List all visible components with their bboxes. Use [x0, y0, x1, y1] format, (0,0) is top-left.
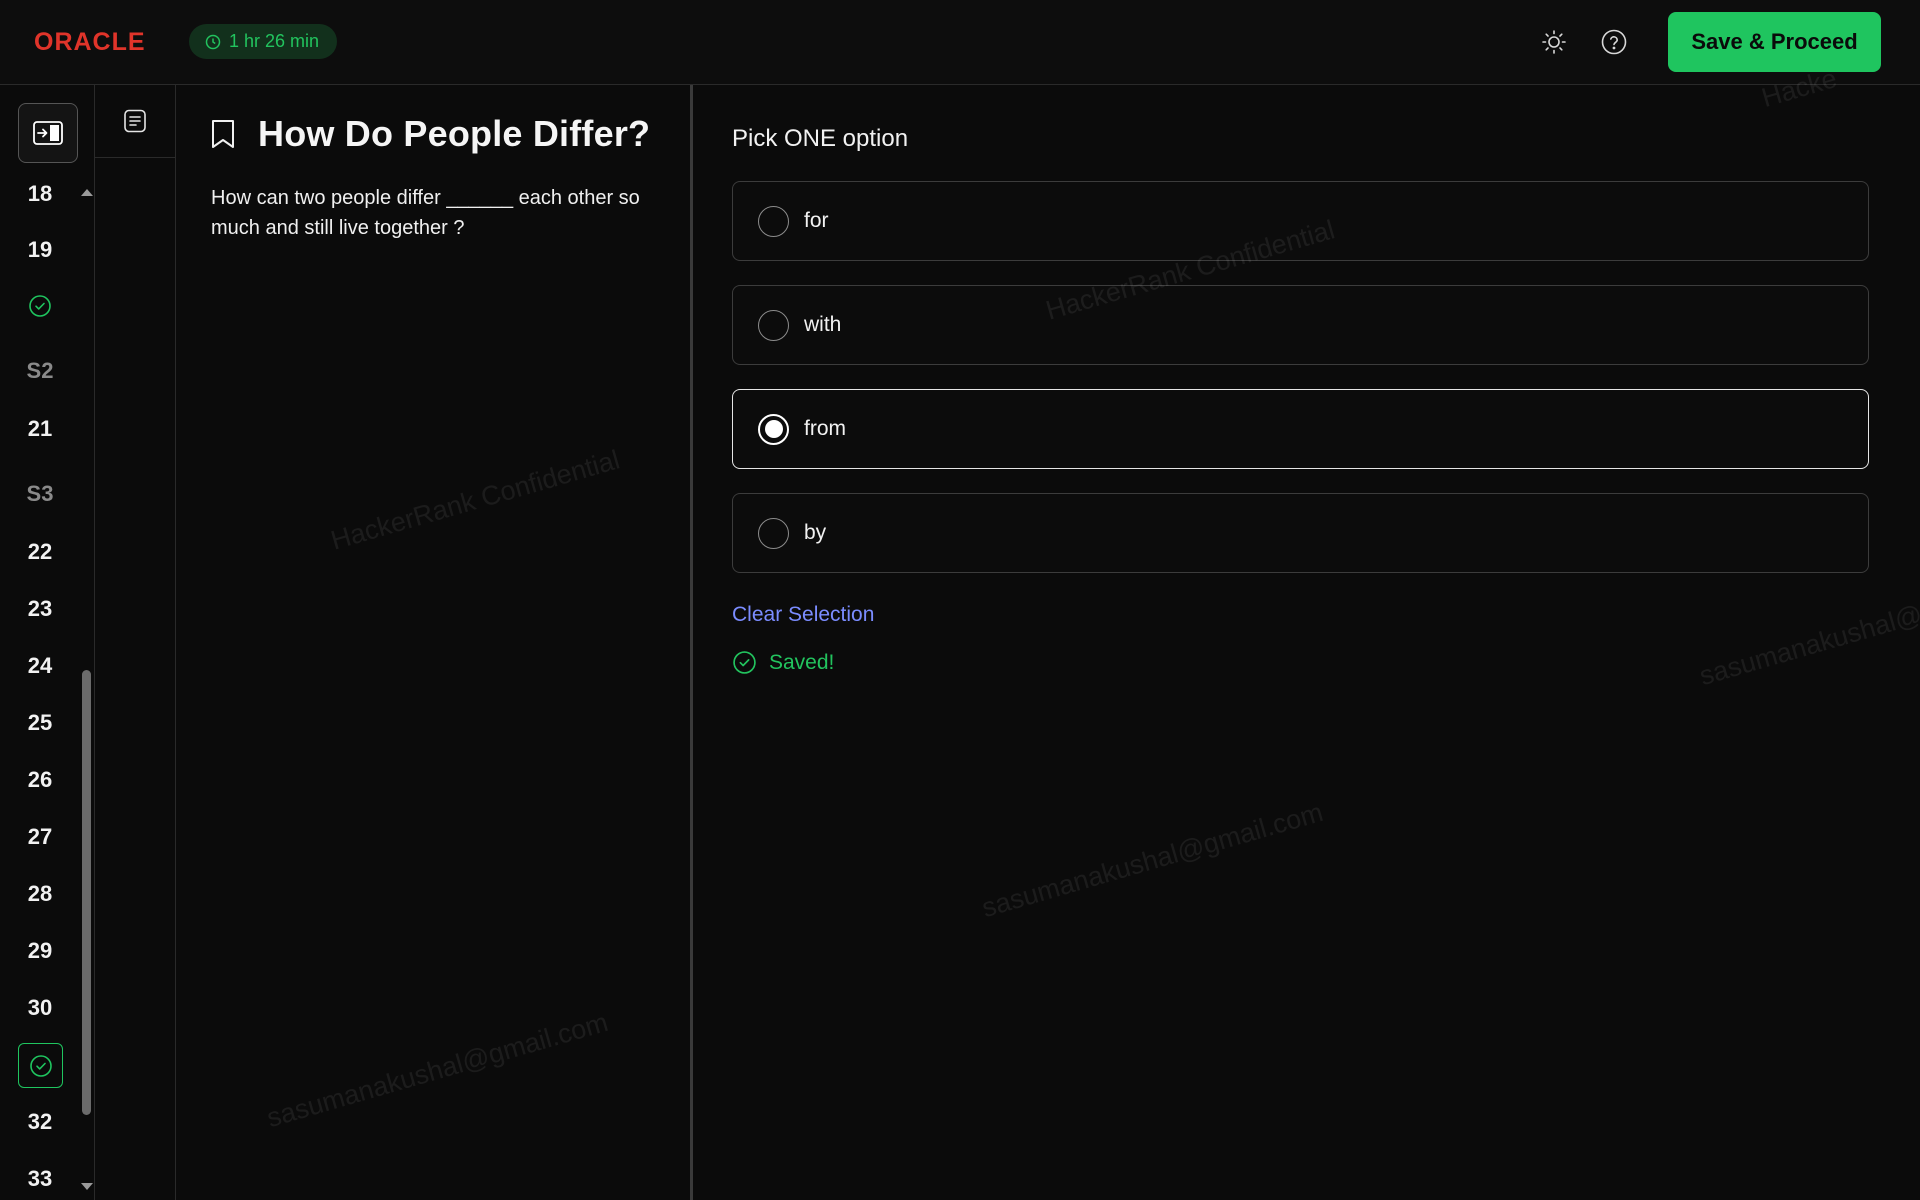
panel-collapse-icon [33, 121, 63, 145]
watermark: HackerRank Confidential [327, 444, 623, 556]
radio-button[interactable] [758, 205, 789, 237]
option-for[interactable]: for [732, 181, 1869, 261]
question-item-32[interactable]: 32 [0, 1109, 80, 1135]
answer-panel: Pick ONE option for with from by Clear S… [696, 63, 1920, 1200]
question-item-23[interactable]: 23 [0, 596, 80, 622]
question-item-28[interactable]: 28 [0, 881, 80, 907]
document-icon [124, 109, 146, 133]
question-item-current[interactable] [18, 1043, 63, 1088]
question-item-27[interactable]: 27 [0, 824, 80, 850]
help-circle-icon[interactable] [1597, 25, 1631, 59]
notes-tab[interactable] [95, 85, 175, 158]
timer-text: 1 hr 26 min [229, 31, 320, 51]
option-by[interactable]: by [732, 493, 1869, 573]
save-and-proceed-button[interactable]: Save & Proceed [1668, 12, 1881, 72]
scroll-down-arrow[interactable] [81, 1183, 93, 1190]
option-with[interactable]: with [732, 285, 1869, 365]
radio-button[interactable] [758, 517, 789, 549]
watermark: sasumanakushal@ [1696, 598, 1920, 692]
clear-selection-link[interactable]: Clear Selection [732, 603, 874, 627]
watermark: sasumanakushal@gmail.com [978, 796, 1327, 924]
question-text: How can two people differ ______ each ot… [211, 187, 640, 239]
question-navigator: 18 19 S2 21 S3 22 23 24 25 26 27 28 29 3… [0, 85, 95, 1200]
section-item-s2[interactable]: S2 [0, 358, 80, 384]
question-item-21[interactable]: 21 [0, 416, 80, 442]
radio-button-selected[interactable] [758, 413, 789, 445]
option-label: from [804, 417, 846, 440]
scroll-up-arrow[interactable] [81, 189, 93, 196]
option-label: by [804, 521, 827, 544]
section-item-s3[interactable]: S3 [0, 481, 80, 507]
saved-status: Saved! [732, 650, 834, 675]
check-circle-icon [29, 295, 51, 317]
question-item-33[interactable]: 33 [0, 1166, 80, 1192]
question-item-answered[interactable] [0, 294, 80, 318]
question-panel: How Do People Differ? How can two people… [176, 85, 693, 1200]
panel-collapse-button[interactable] [18, 103, 78, 163]
option-label: with [804, 313, 842, 336]
saved-text: Saved! [769, 650, 835, 674]
question-item-18[interactable]: 18 [0, 181, 80, 207]
answer-prompt: Pick ONE option [732, 125, 909, 152]
watermark: sasumanakushal@gmail.com [263, 1006, 612, 1134]
question-item-26[interactable]: 26 [0, 767, 80, 793]
radio-button[interactable] [758, 309, 789, 341]
check-circle-icon [29, 1054, 52, 1077]
question-item-25[interactable]: 25 [0, 710, 80, 736]
question-item-19[interactable]: 19 [0, 237, 80, 263]
top-bar: ORACLE 1 hr 26 min Save & Proceed [0, 0, 1920, 85]
option-from[interactable]: from [732, 389, 1869, 469]
question-item-29[interactable]: 29 [0, 938, 80, 964]
option-label: for [804, 209, 829, 232]
tool-rail [95, 85, 176, 1200]
question-item-22[interactable]: 22 [0, 539, 80, 565]
question-item-30[interactable]: 30 [0, 995, 80, 1021]
check-circle-icon [733, 651, 756, 674]
timer-badge: 1 hr 26 min [189, 24, 338, 59]
sun-icon[interactable] [1537, 25, 1571, 59]
scrollbar-thumb[interactable] [82, 670, 91, 1115]
question-title: How Do People Differ? [258, 113, 651, 154]
question-item-24[interactable]: 24 [0, 653, 80, 679]
bookmark-icon[interactable] [210, 118, 236, 150]
oracle-logo: ORACLE [34, 28, 146, 56]
clock-icon [205, 34, 221, 49]
